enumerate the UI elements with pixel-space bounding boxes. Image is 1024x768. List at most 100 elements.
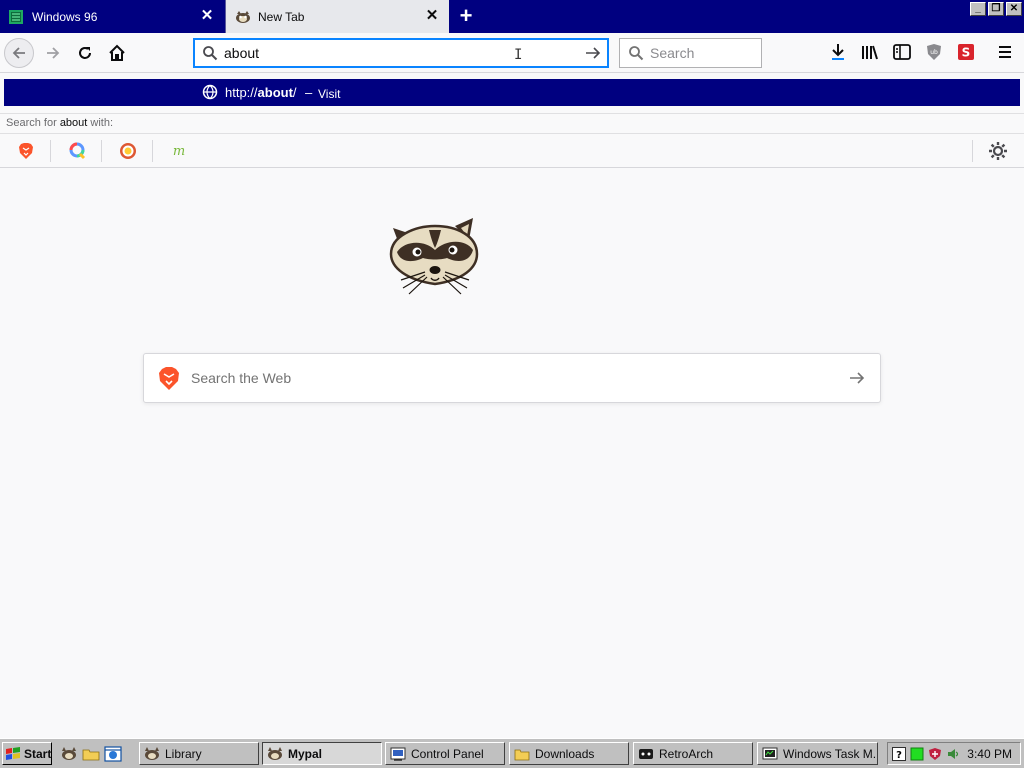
- tab-bar: Windows 96 ✕ New Tab ✕ + _ ❐ ✕: [0, 0, 1024, 33]
- taskbar-button-label: Mypal: [288, 746, 323, 761]
- new-tab-button[interactable]: +: [455, 5, 477, 28]
- tab-title: Windows 96: [32, 9, 98, 24]
- taskbar-button-library[interactable]: Library: [139, 742, 259, 765]
- library-button[interactable]: [859, 41, 881, 63]
- search-bar[interactable]: Search: [619, 38, 762, 68]
- taskbar-button-label: Downloads: [535, 746, 595, 761]
- raccoon-icon: [235, 10, 250, 24]
- window-controls: _ ❐ ✕: [970, 2, 1022, 16]
- autocomplete-action: Visit: [318, 87, 341, 101]
- search-settings-button[interactable]: [988, 141, 1008, 161]
- arrow-right-icon: [47, 47, 60, 59]
- raccoon-logo-icon: [389, 218, 479, 295]
- minimize-button[interactable]: _: [970, 2, 986, 16]
- search-input[interactable]: Search: [650, 45, 694, 61]
- downloads-button[interactable]: [827, 41, 849, 63]
- folder-icon: [514, 749, 530, 760]
- raccoon-icon: [145, 746, 159, 760]
- taskbar-button-retroarch[interactable]: RetroArch: [633, 742, 753, 765]
- close-tab-icon[interactable]: ✕: [425, 8, 439, 23]
- search-icon: [203, 46, 218, 61]
- ublock-shield-icon: ub: [927, 44, 941, 60]
- windows-flag-icon: [5, 746, 21, 761]
- start-button[interactable]: Start: [2, 742, 52, 765]
- taskbar-button-label: Windows Task M...: [783, 746, 878, 761]
- sidebar-icon: [893, 44, 911, 60]
- home-icon: [109, 44, 125, 61]
- mojeek-icon: m: [173, 144, 185, 158]
- quicklaunch-browser-icon[interactable]: [104, 745, 122, 763]
- url-bar[interactable]: about I: [193, 38, 609, 68]
- qwant-engine-button[interactable]: [68, 142, 86, 160]
- mypal-raccoon-logo: [385, 210, 481, 298]
- tab-title: New Tab: [258, 9, 305, 24]
- gear-icon: [989, 142, 1007, 160]
- web-search-input[interactable]: Search the Web: [191, 370, 291, 386]
- close-window-button[interactable]: ✕: [1006, 2, 1022, 16]
- svg-text:m: m: [173, 144, 185, 158]
- tab-windows96[interactable]: Windows 96 ✕: [0, 0, 224, 33]
- url-input[interactable]: about: [224, 45, 259, 61]
- taskbar-button-task-manager[interactable]: Windows Task M...: [757, 742, 878, 765]
- reload-button[interactable]: [70, 38, 100, 68]
- start-label: Start: [24, 746, 52, 761]
- home-button[interactable]: [102, 38, 132, 68]
- taskbar-button-mypal[interactable]: Mypal: [262, 742, 382, 765]
- help-icon[interactable]: ?: [892, 746, 906, 761]
- library-icon: [862, 45, 878, 60]
- retroarch-icon: [639, 748, 653, 759]
- stylus-icon: S: [958, 44, 974, 60]
- go-arrow-icon[interactable]: [848, 370, 866, 386]
- engine-separator: [152, 140, 153, 162]
- quicklaunch-folder-icon[interactable]: [82, 745, 100, 763]
- sidebar-button[interactable]: [891, 41, 913, 63]
- shield-icon[interactable]: [928, 747, 942, 761]
- forward-button[interactable]: [38, 38, 68, 68]
- network-status-icon[interactable]: [910, 747, 924, 761]
- quicklaunch-raccoon-icon[interactable]: [60, 745, 78, 763]
- restore-button[interactable]: ❐: [988, 2, 1004, 16]
- volume-icon[interactable]: [946, 747, 960, 761]
- navigation-toolbar: about I Search ub S: [0, 33, 1024, 73]
- ublock-button[interactable]: ub: [923, 41, 945, 63]
- search-icon: [629, 46, 644, 61]
- tab-new-tab[interactable]: New Tab ✕: [225, 0, 449, 33]
- globe-icon: [202, 84, 218, 100]
- taskbar-button-downloads[interactable]: Downloads: [509, 742, 629, 765]
- brave-lion-icon: [19, 143, 33, 159]
- stylus-button[interactable]: S: [955, 41, 977, 63]
- back-button[interactable]: [4, 38, 34, 68]
- clock: 3:40 PM: [967, 746, 1012, 761]
- menu-button[interactable]: [994, 41, 1016, 63]
- taskbar-button-control-panel[interactable]: Control Panel: [385, 742, 505, 765]
- autocomplete-separator: –: [305, 85, 313, 100]
- control-panel-icon: [390, 747, 406, 761]
- download-icon: [832, 44, 844, 60]
- taskbar-button-label: Control Panel: [411, 746, 484, 761]
- reload-icon: [79, 47, 91, 59]
- duckduckgo-engine-button[interactable]: [119, 142, 137, 160]
- taskbar-button-label: Library: [165, 746, 202, 761]
- web-search-box[interactable]: Search the Web: [143, 353, 881, 403]
- one-off-search-engines: m: [0, 134, 1024, 168]
- engine-separator: [972, 140, 973, 162]
- task-manager-icon: [762, 747, 778, 759]
- windows96-icon: [9, 9, 23, 24]
- mojeek-engine-button[interactable]: m: [170, 142, 188, 160]
- engine-separator: [101, 140, 102, 162]
- autocomplete-url: http://about/: [225, 85, 297, 100]
- system-tray: ? 3:40 PM: [887, 742, 1021, 765]
- duckduckgo-icon: [120, 143, 136, 159]
- taskbar: Start Library Mypal Control Panel Downlo…: [0, 738, 1024, 768]
- brave-search-engine-button[interactable]: [17, 142, 35, 160]
- taskbar-button-label: RetroArch: [659, 746, 714, 761]
- close-tab-icon[interactable]: ✕: [200, 8, 214, 23]
- autocomplete-visit-row[interactable]: http://about/ – Visit: [4, 79, 1020, 106]
- brave-lion-icon: [159, 367, 179, 390]
- svg-text:?: ?: [896, 750, 902, 761]
- qwant-icon: [69, 142, 86, 160]
- go-arrow-icon[interactable]: [584, 45, 602, 61]
- raccoon-icon: [268, 746, 282, 760]
- search-for-label: Search for about with:: [0, 113, 1024, 134]
- arrow-left-icon: [12, 47, 25, 59]
